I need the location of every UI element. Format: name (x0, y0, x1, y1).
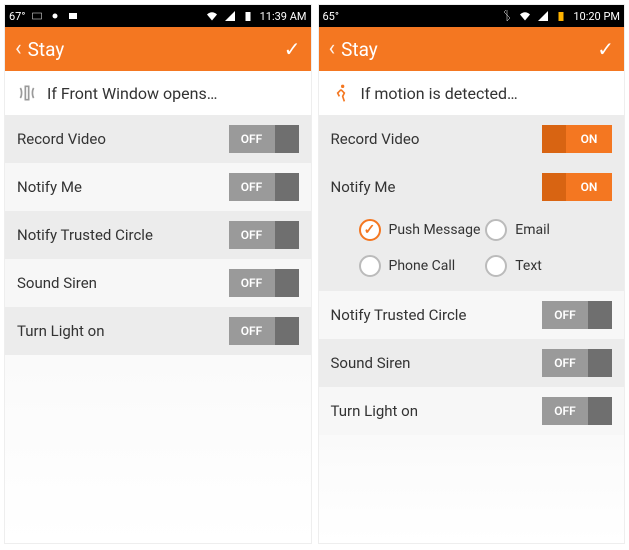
header-title: Stay (28, 38, 65, 61)
clock: 11:39 AM (260, 10, 307, 23)
empty-space (5, 355, 311, 543)
row-turn-light-on: Turn Light on OFF (5, 307, 311, 355)
row-record-video: Record Video OFF (5, 115, 311, 163)
row-label: Notify Trusted Circle (17, 226, 153, 244)
app-header: ‹ Stay ✓ (319, 27, 625, 71)
header-title: Stay (341, 38, 378, 61)
row-label: Sound Siren (17, 274, 97, 292)
row-label: Notify Trusted Circle (331, 306, 467, 324)
clock: 10:20 PM (573, 10, 620, 23)
screen-left: 67° 11:39 AM ‹ Stay ✓ If Front Window op… (4, 4, 312, 544)
signal-icon (224, 10, 236, 22)
row-notify-me: Notify Me ON (319, 163, 625, 211)
row-notify-trusted-circle: Notify Trusted Circle OFF (5, 211, 311, 259)
confirm-check-icon[interactable]: ✓ (284, 37, 301, 61)
toggle-turn-light[interactable]: OFF (229, 317, 299, 345)
toggle-sound-siren[interactable]: OFF (229, 269, 299, 297)
back-chevron-icon[interactable]: ‹ (15, 38, 22, 60)
option-label: Text (515, 258, 542, 274)
radio-icon[interactable] (359, 255, 381, 277)
row-label: Sound Siren (331, 354, 411, 372)
condition-text: If motion is detected… (361, 84, 518, 103)
condition-row: If Front Window opens… (5, 71, 311, 115)
action-list: Record Video OFF Notify Me OFF Notify Tr… (5, 115, 311, 355)
toggle-notify-me[interactable]: ON (542, 173, 612, 201)
row-label: Record Video (331, 130, 420, 148)
toggle-notify-me[interactable]: OFF (229, 173, 299, 201)
option-text[interactable]: Text (485, 255, 612, 277)
temp-indicator: 65° (323, 10, 339, 23)
status-bar: 65° 10:20 PM (319, 5, 625, 27)
back-chevron-icon[interactable]: ‹ (329, 38, 336, 60)
row-record-video: Record Video ON (319, 115, 625, 163)
motion-icon (331, 83, 351, 103)
toggle-notify-trusted[interactable]: OFF (542, 301, 612, 329)
status-bar: 67° 11:39 AM (5, 5, 311, 27)
app-header: ‹ Stay ✓ (5, 27, 311, 71)
row-label: Turn Light on (331, 402, 419, 420)
notif-icon (31, 10, 43, 22)
toggle-notify-trusted[interactable]: OFF (229, 221, 299, 249)
temp-indicator: 67° (9, 10, 25, 23)
option-label: Email (515, 222, 550, 238)
row-sound-siren: Sound Siren OFF (5, 259, 311, 307)
row-notify-me: Notify Me OFF (5, 163, 311, 211)
option-email[interactable]: Email (485, 219, 612, 241)
bluetooth-icon (501, 10, 513, 22)
row-label: Record Video (17, 130, 106, 148)
radio-icon[interactable] (485, 255, 507, 277)
row-label: Notify Me (331, 178, 396, 196)
option-phone-call[interactable]: Phone Call (359, 255, 486, 277)
radio-icon[interactable] (359, 219, 381, 241)
option-label: Phone Call (389, 258, 456, 274)
condition-row: If motion is detected… (319, 71, 625, 115)
signal-icon (537, 10, 549, 22)
radio-icon[interactable] (485, 219, 507, 241)
toggle-record-video[interactable]: OFF (229, 125, 299, 153)
empty-space (319, 435, 625, 543)
sensor-icon (17, 83, 37, 103)
row-label: Notify Me (17, 178, 82, 196)
battery-icon (555, 10, 567, 22)
option-label: Push Message (389, 222, 481, 238)
wifi-icon (206, 10, 218, 22)
toggle-record-video[interactable]: ON (542, 125, 612, 153)
row-label: Turn Light on (17, 322, 105, 340)
condition-text: If Front Window opens… (47, 84, 217, 103)
row-turn-light-on: Turn Light on OFF (319, 387, 625, 435)
notif-icon (49, 10, 61, 22)
notif-icon (67, 10, 79, 22)
confirm-check-icon[interactable]: ✓ (597, 37, 614, 61)
screen-right: 65° 10:20 PM ‹ Stay ✓ If motion is detec… (318, 4, 626, 544)
row-notify-trusted-circle: Notify Trusted Circle OFF (319, 291, 625, 339)
row-sound-siren: Sound Siren OFF (319, 339, 625, 387)
battery-icon (242, 10, 254, 22)
wifi-icon (519, 10, 531, 22)
option-push-message[interactable]: Push Message (359, 219, 486, 241)
toggle-sound-siren[interactable]: OFF (542, 349, 612, 377)
toggle-turn-light[interactable]: OFF (542, 397, 612, 425)
notify-options: Push Message Email Phone Call Text (319, 211, 625, 291)
action-list: Record Video ON Notify Me ON Push Messag… (319, 115, 625, 435)
